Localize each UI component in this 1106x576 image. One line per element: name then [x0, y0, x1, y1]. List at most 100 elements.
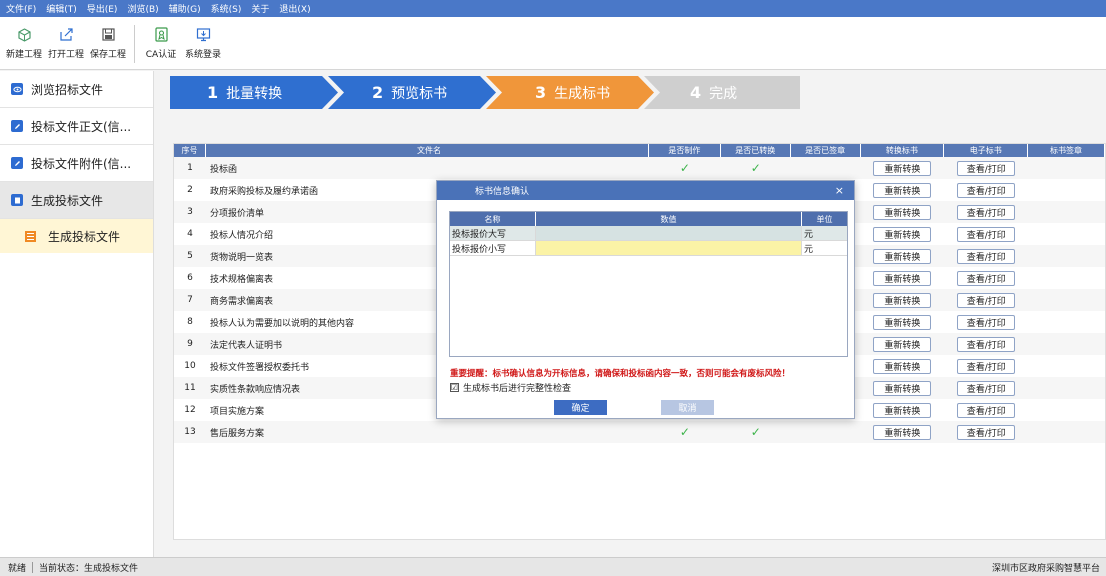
row-number: 6: [187, 273, 193, 283]
step-2[interactable]: 2 预览标书: [372, 76, 447, 109]
ebid-cell: 查看/打印: [944, 204, 1028, 220]
reconvert-button[interactable]: 重新转换: [873, 380, 932, 396]
system-login-button[interactable]: 系统登录: [183, 17, 223, 67]
open-project-label: 打开工程: [47, 50, 84, 60]
menu-item[interactable]: 文件(F): [6, 2, 36, 15]
view-print-button[interactable]: 查看/打印: [957, 160, 1016, 176]
convert-cell: 重新转换: [861, 182, 945, 198]
made-status: ✓: [649, 425, 721, 439]
menu-bar: 文件(F) 编辑(T) 导出(E) 浏览(B) 辅助(G) 系统(S) 关于 退出(X): [0, 0, 1106, 17]
edit-icon: [11, 157, 23, 169]
grid-cell-value-input[interactable]: [536, 226, 802, 240]
sidebar-subitem-generate-bid[interactable]: 生成投标文件: [0, 219, 153, 253]
reconvert-button[interactable]: 重新转换: [873, 424, 932, 440]
row-number: 9: [187, 339, 193, 349]
cancel-button[interactable]: 取消: [661, 400, 714, 415]
row-filename[interactable]: 售后服务方案: [206, 426, 649, 439]
sidebar-item-label: 浏览招标文件: [31, 82, 104, 97]
step-3[interactable]: 3 生成标书: [535, 76, 610, 109]
col-header-ebid: 电子标书: [944, 144, 1029, 157]
menu-item[interactable]: 辅助(G): [169, 2, 201, 15]
checkbox-icon[interactable]: ☑: [450, 383, 459, 392]
open-project-button[interactable]: 打开工程: [46, 17, 86, 67]
menu-item[interactable]: 浏览(B): [127, 2, 158, 15]
row-filename[interactable]: 投标函: [206, 162, 649, 175]
grid-row: 投标报价小写 元: [450, 241, 847, 256]
check-icon: ✓: [750, 425, 761, 439]
open-project-icon: [59, 28, 73, 41]
close-icon[interactable]: ×: [835, 184, 844, 197]
convert-cell: 重新转换: [861, 204, 945, 220]
save-project-label: 保存工程: [89, 50, 126, 60]
sidebar-item-label: 投标文件正文(信...: [31, 119, 132, 134]
row-number: 7: [187, 295, 193, 305]
view-print-button[interactable]: 查看/打印: [957, 226, 1016, 242]
new-project-button[interactable]: 新建工程: [4, 17, 44, 67]
reconvert-button[interactable]: 重新转换: [873, 270, 932, 286]
confirm-button[interactable]: 确定: [554, 400, 607, 415]
grid-cell-name: 投标报价大写: [450, 226, 536, 240]
ebid-cell: 查看/打印: [944, 182, 1028, 198]
ebid-cell: 查看/打印: [944, 314, 1028, 330]
table-row: 1 投标函 ✓ ✓ 重新转换 查看/打印: [174, 157, 1105, 179]
ca-auth-button[interactable]: CA认证: [141, 17, 181, 67]
view-print-button[interactable]: 查看/打印: [957, 248, 1016, 264]
convert-cell: 重新转换: [861, 292, 945, 308]
ebid-cell: 查看/打印: [944, 424, 1028, 440]
grid-cell-unit: 元: [804, 244, 814, 255]
sidebar-item-label: 投标文件附件(信...: [31, 156, 132, 171]
menu-item[interactable]: 关于: [251, 2, 269, 15]
convert-cell: 重新转换: [861, 358, 945, 374]
menu-item[interactable]: 退出(X): [279, 2, 310, 15]
view-print-button[interactable]: 查看/打印: [957, 182, 1016, 198]
save-icon: [101, 28, 115, 41]
step-4-label: 完成: [709, 85, 738, 102]
ebid-cell: 查看/打印: [944, 226, 1028, 242]
save-project-button[interactable]: 保存工程: [88, 17, 128, 67]
view-print-button[interactable]: 查看/打印: [957, 270, 1016, 286]
col-header-no: 序号: [174, 144, 206, 157]
view-print-button[interactable]: 查看/打印: [957, 314, 1016, 330]
row-number: 13: [184, 427, 196, 437]
row-number: 8: [187, 317, 193, 327]
menu-item[interactable]: 导出(E): [87, 2, 118, 15]
sidebar-item-generate-bid[interactable]: 生成投标文件: [0, 182, 153, 219]
list-icon: [25, 230, 36, 242]
reconvert-button[interactable]: 重新转换: [873, 248, 932, 264]
view-print-button[interactable]: 查看/打印: [957, 424, 1016, 440]
step-1[interactable]: 1 批量转换: [207, 76, 282, 109]
sidebar-item-bid-body[interactable]: 投标文件正文(信...: [0, 108, 153, 145]
reconvert-button[interactable]: 重新转换: [873, 402, 932, 418]
reconvert-button[interactable]: 重新转换: [873, 336, 932, 352]
convert-cell: 重新转换: [861, 270, 945, 286]
converted-status: ✓: [721, 425, 791, 439]
sidebar-item-bid-attachment[interactable]: 投标文件附件(信...: [0, 145, 153, 182]
reconvert-button[interactable]: 重新转换: [873, 182, 932, 198]
reconvert-button[interactable]: 重新转换: [873, 226, 932, 242]
reconvert-button[interactable]: 重新转换: [873, 204, 932, 220]
col-header-made: 是否制作: [649, 144, 721, 157]
integrity-check-option[interactable]: ☑ 生成标书后进行完整性检查: [450, 381, 571, 394]
row-number: 3: [187, 207, 193, 217]
reconvert-button[interactable]: 重新转换: [873, 314, 932, 330]
convert-cell: 重新转换: [861, 424, 945, 440]
view-print-button[interactable]: 查看/打印: [957, 292, 1016, 308]
dialog-title: 标书信息确认: [475, 187, 530, 197]
check-icon: ✓: [750, 161, 761, 175]
grid-cell-value-input[interactable]: [536, 241, 802, 255]
view-print-button[interactable]: 查看/打印: [957, 402, 1016, 418]
reconvert-button[interactable]: 重新转换: [873, 358, 932, 374]
status-current-state: 当前状态：生成投标文件: [39, 563, 139, 574]
menu-item[interactable]: 系统(S): [211, 2, 242, 15]
edit-icon: [11, 120, 23, 132]
row-number: 4: [187, 229, 193, 239]
sidebar-item-browse-tender[interactable]: 浏览招标文件: [0, 71, 153, 108]
step-4[interactable]: 4 完成: [690, 76, 737, 109]
view-print-button[interactable]: 查看/打印: [957, 358, 1016, 374]
view-print-button[interactable]: 查看/打印: [957, 204, 1016, 220]
view-print-button[interactable]: 查看/打印: [957, 336, 1016, 352]
menu-item[interactable]: 编辑(T): [46, 2, 77, 15]
reconvert-button[interactable]: 重新转换: [873, 160, 932, 176]
view-print-button[interactable]: 查看/打印: [957, 380, 1016, 396]
reconvert-button[interactable]: 重新转换: [873, 292, 932, 308]
